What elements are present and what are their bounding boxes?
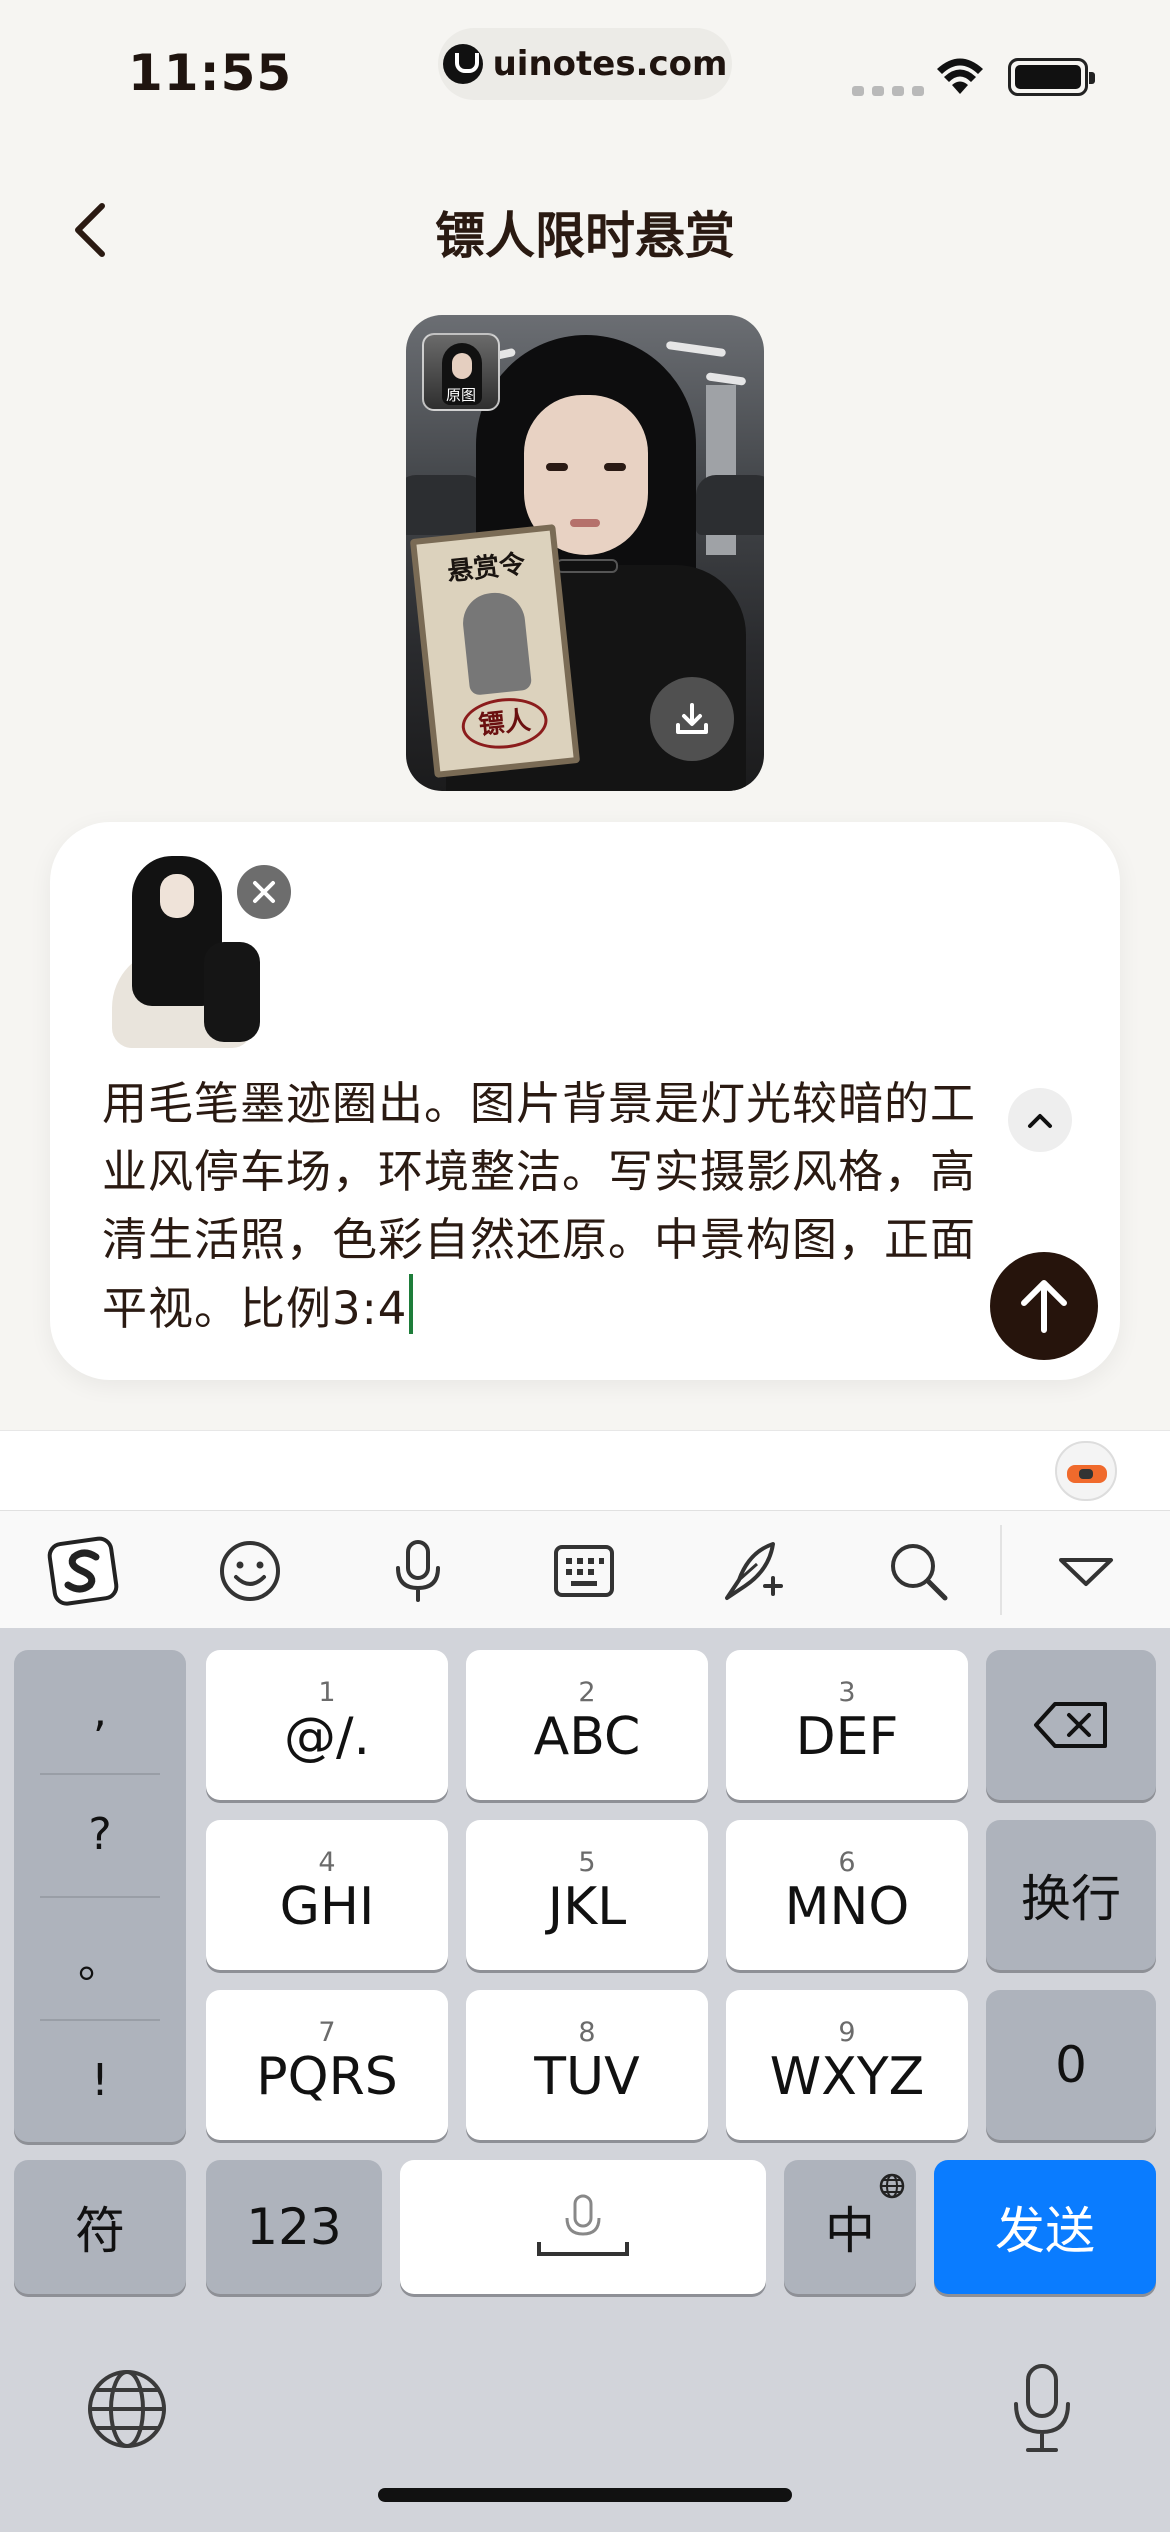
numbers-key[interactable]: 123 — [206, 2160, 382, 2294]
original-image-label: 原图 — [445, 386, 476, 404]
key-8[interactable]: 8 TUV — [466, 1990, 708, 2140]
nav-bar: 镖人限时悬赏 — [0, 180, 1170, 280]
download-button[interactable] — [650, 677, 734, 761]
key-1[interactable]: 1 @/. — [206, 1650, 448, 1800]
home-indicator — [378, 2488, 792, 2502]
bounty-poster: 悬赏令 镖人 — [409, 524, 581, 778]
wifi-icon — [937, 58, 983, 94]
backspace-key[interactable] — [986, 1650, 1156, 1800]
original-image-thumbnail[interactable]: 原图 — [422, 333, 500, 411]
ime-toolbar — [0, 1510, 1170, 1628]
key-6[interactable]: 6 MNO — [726, 1820, 968, 1970]
send-key[interactable]: 发送 — [934, 2160, 1156, 2294]
punct-key-exclaim[interactable]: ! — [14, 2019, 186, 2142]
emoji-icon[interactable] — [208, 1529, 292, 1613]
globe-icon[interactable] — [86, 2368, 168, 2450]
ime-mascot-icon[interactable] — [1055, 1441, 1117, 1501]
battery-icon — [1008, 58, 1095, 96]
dictation-microphone-icon[interactable] — [1010, 2362, 1074, 2454]
url-text: uinotes.com — [492, 44, 728, 84]
space-key[interactable] — [400, 2160, 766, 2294]
close-icon — [253, 881, 275, 903]
punct-key-period[interactable]: 。 — [14, 1896, 186, 2019]
prompt-text: 用毛笔墨迹圈出。图片背景是灯光较暗的工业风停车场，环境整洁。写实摄影风格，高清生… — [102, 1077, 977, 1335]
poster-seal: 镖人 — [459, 694, 550, 753]
prompt-compose-card: 用毛笔墨迹圈出。图片背景是灯光较暗的工业风停车场，环境整洁。写实摄影风格，高清生… — [50, 822, 1120, 1380]
status-time: 11:55 — [128, 44, 293, 102]
language-key[interactable]: 中 — [784, 2160, 916, 2294]
key-0[interactable]: 0 — [986, 1990, 1156, 2140]
key-7[interactable]: 7 PQRS — [206, 1990, 448, 2140]
ime-candidate-bar — [0, 1430, 1170, 1510]
download-icon — [676, 703, 708, 734]
keyboard-icon[interactable] — [542, 1529, 626, 1613]
sogou-logo-icon[interactable] — [42, 1529, 126, 1613]
small-globe-icon — [879, 2173, 905, 2199]
key-2[interactable]: 2 ABC — [466, 1650, 708, 1800]
punct-key-comma[interactable]: , — [14, 1650, 186, 1773]
key-5[interactable]: 5 JKL — [466, 1820, 708, 1970]
key-4[interactable]: 4 GHI — [206, 1820, 448, 1970]
url-pill[interactable]: uinotes.com — [438, 28, 732, 100]
punctuation-column: , ? 。 ! — [14, 1650, 186, 2142]
symbols-key[interactable]: 符 — [14, 2160, 186, 2294]
site-logo-icon — [442, 44, 483, 84]
cellular-signal-icon — [852, 86, 924, 96]
voice-space-icon — [537, 2194, 629, 2256]
remove-reference-button[interactable] — [234, 862, 294, 922]
toolbar-divider — [1000, 1525, 1002, 1615]
prompt-input[interactable]: 用毛笔墨迹圈出。图片背景是灯光较暗的工业风停车场，环境整洁。写实摄影风格，高清生… — [102, 1070, 982, 1343]
microphone-icon[interactable] — [376, 1529, 460, 1613]
key-3[interactable]: 3 DEF — [726, 1650, 968, 1800]
key-9[interactable]: 9 WXYZ — [726, 1990, 968, 2140]
search-icon[interactable] — [876, 1529, 960, 1613]
expand-toggle-button[interactable] — [1008, 1088, 1072, 1152]
arrow-up-icon — [1021, 1280, 1067, 1333]
keyboard: , ? 。 ! 1 @/. 2 ABC 3 DEF 4 GHI 5 JKL 6 … — [0, 1628, 1170, 2532]
handwriting-icon[interactable] — [710, 1529, 794, 1613]
backspace-icon — [1034, 1702, 1107, 1748]
send-button[interactable] — [990, 1252, 1098, 1360]
page-title: 镖人限时悬赏 — [435, 207, 735, 265]
status-bar: 11:55 uinotes.com — [0, 0, 1170, 150]
chevron-up-icon — [1028, 1114, 1052, 1128]
generated-image[interactable]: 悬赏令 镖人 原图 — [406, 315, 764, 791]
text-caret — [409, 1274, 414, 1334]
collapse-keyboard-icon[interactable] — [1044, 1529, 1128, 1613]
punct-key-question[interactable]: ? — [14, 1773, 186, 1896]
poster-title: 悬赏令 — [445, 549, 527, 588]
newline-key[interactable]: 换行 — [986, 1820, 1156, 1970]
